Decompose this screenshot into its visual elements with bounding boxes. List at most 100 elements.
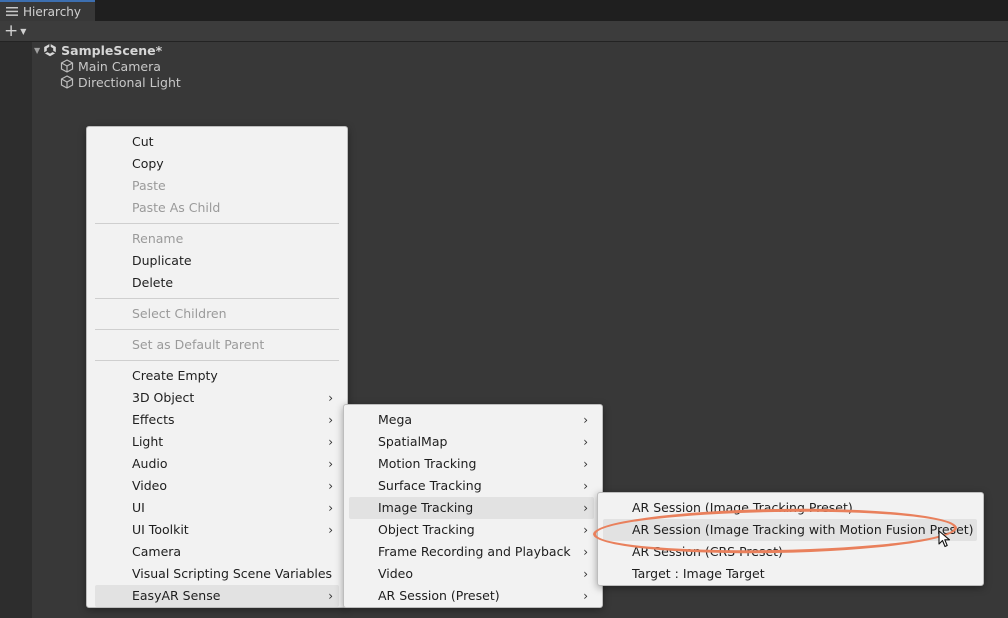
menu-item-3d-object[interactable]: 3D Object › [95, 387, 339, 409]
expand-arrow-icon[interactable]: ▼ [34, 46, 40, 55]
menu-item-label: Cut [132, 134, 154, 149]
menu-item-label: Mega [378, 412, 413, 427]
menu-item-set-default-parent: Set as Default Parent [95, 334, 339, 356]
hamburger-icon [6, 7, 18, 16]
hierarchy-item-directional-light[interactable]: Directional Light [60, 74, 181, 90]
menu-separator [95, 329, 339, 330]
chevron-right-icon: › [583, 435, 588, 449]
menu-item-object-tracking[interactable]: Object Tracking › [349, 519, 594, 541]
menu-item-ar-session-image-tracking-preset[interactable]: AR Session (Image Tracking Preset) [603, 497, 977, 519]
menu-item-paste-as-child: Paste As Child [95, 197, 339, 219]
menu-item-label: AR Session (Image Tracking Preset) [632, 500, 853, 515]
add-object-button[interactable]: + ▼ [4, 23, 34, 40]
menu-separator [95, 360, 339, 361]
chevron-right-icon: › [328, 589, 333, 603]
menu-item-delete[interactable]: Delete [95, 272, 339, 294]
gameobject-cube-icon [60, 59, 74, 73]
menu-item-image-tracking[interactable]: Image Tracking › [349, 497, 594, 519]
menu-item-label: Create Empty [132, 368, 218, 383]
tab-label: Hierarchy [23, 4, 82, 19]
menu-item-label: Surface Tracking [378, 478, 482, 493]
chevron-right-icon: › [328, 435, 333, 449]
chevron-right-icon: › [328, 501, 333, 515]
menu-item-target-image-target[interactable]: Target : Image Target [603, 563, 977, 585]
menu-separator [95, 298, 339, 299]
menu-item-label: AR Session (CRS Preset) [632, 544, 783, 559]
menu-item-cut[interactable]: Cut [95, 131, 339, 153]
chevron-right-icon: › [583, 567, 588, 581]
menu-item-label: Frame Recording and Playback [378, 544, 571, 559]
chevron-right-icon: › [583, 457, 588, 471]
menu-item-ui[interactable]: UI › [95, 497, 339, 519]
chevron-right-icon: › [328, 457, 333, 471]
menu-separator [95, 223, 339, 224]
menu-item-label: Motion Tracking [378, 456, 477, 471]
menu-item-video[interactable]: Video › [349, 563, 594, 585]
menu-item-effects[interactable]: Effects › [95, 409, 339, 431]
scene-name: SampleScene* [61, 42, 163, 58]
menu-item-paste: Paste [95, 175, 339, 197]
menu-item-easyar-sense[interactable]: EasyAR Sense › [95, 585, 339, 607]
menu-item-label: Rename [132, 231, 184, 246]
menu-item-label: Paste [132, 178, 166, 193]
menu-item-label: AR Session (Image Tracking with Motion F… [632, 522, 974, 537]
chevron-right-icon: › [583, 479, 588, 493]
image-tracking-submenu: AR Session (Image Tracking Preset) AR Se… [597, 492, 984, 586]
menu-item-create-empty[interactable]: Create Empty [95, 365, 339, 387]
menu-item-copy[interactable]: Copy [95, 153, 339, 175]
menu-item-label: 3D Object [132, 390, 195, 405]
menu-item-label: EasyAR Sense [132, 588, 221, 603]
menu-item-audio[interactable]: Audio › [95, 453, 339, 475]
menu-item-ar-session-preset[interactable]: AR Session (Preset) › [349, 585, 594, 607]
menu-item-visual-scripting-scene-variables[interactable]: Visual Scripting Scene Variables [95, 563, 339, 585]
menu-item-label: Set as Default Parent [132, 337, 265, 352]
chevron-right-icon: › [583, 545, 588, 559]
menu-item-motion-tracking[interactable]: Motion Tracking › [349, 453, 594, 475]
chevron-right-icon: › [328, 413, 333, 427]
hierarchy-item-main-camera[interactable]: Main Camera [60, 58, 161, 74]
menu-item-label: Video [132, 478, 168, 493]
chevron-right-icon: › [583, 589, 588, 603]
menu-item-ar-session-motion-fusion-preset[interactable]: AR Session (Image Tracking with Motion F… [603, 519, 977, 541]
menu-item-light[interactable]: Light › [95, 431, 339, 453]
gameobject-cube-icon [60, 75, 74, 89]
menu-item-label: Object Tracking [378, 522, 475, 537]
menu-item-label: UI [132, 500, 145, 515]
menu-item-label: Paste As Child [132, 200, 221, 215]
menu-item-label: Light [132, 434, 164, 449]
menu-item-label: UI Toolkit [132, 522, 189, 537]
mouse-cursor-icon [938, 530, 951, 548]
menu-item-camera[interactable]: Camera [95, 541, 339, 563]
unity-scene-icon [44, 43, 57, 57]
menu-item-label: Duplicate [132, 253, 192, 268]
menu-item-label: Video [378, 566, 414, 581]
menu-item-mega[interactable]: Mega › [349, 409, 594, 431]
menu-item-label: Select Children [132, 306, 227, 321]
tab-hierarchy[interactable]: Hierarchy [0, 0, 95, 21]
menu-item-rename: Rename [95, 228, 339, 250]
chevron-right-icon: › [583, 523, 588, 537]
menu-item-frame-recording-playback[interactable]: Frame Recording and Playback › [349, 541, 594, 563]
menu-item-label: SpatialMap [378, 434, 448, 449]
chevron-right-icon: › [583, 413, 588, 427]
chevron-right-icon: › [583, 501, 588, 515]
menu-item-label: Copy [132, 156, 164, 171]
scene-row[interactable]: ▼ SampleScene* [34, 42, 162, 58]
menu-item-label: Visual Scripting Scene Variables [132, 566, 333, 581]
menu-item-duplicate[interactable]: Duplicate [95, 250, 339, 272]
menu-item-ar-session-crs-preset[interactable]: AR Session (CRS Preset) [603, 541, 977, 563]
menu-item-label: Effects [132, 412, 175, 427]
hierarchy-toolbar: + ▼ [0, 21, 1008, 42]
menu-item-label: Audio [132, 456, 168, 471]
menu-item-spatialmap[interactable]: SpatialMap › [349, 431, 594, 453]
menu-item-label: Target : Image Target [632, 566, 765, 581]
menu-item-surface-tracking[interactable]: Surface Tracking › [349, 475, 594, 497]
menu-item-select-children: Select Children [95, 303, 339, 325]
chevron-right-icon: › [328, 479, 333, 493]
menu-item-video[interactable]: Video › [95, 475, 339, 497]
easyar-sense-submenu: Mega › SpatialMap › Motion Tracking › Surfa… [343, 404, 603, 608]
menu-item-ui-toolkit[interactable]: UI Toolkit › [95, 519, 339, 541]
hierarchy-item-label: Main Camera [78, 58, 161, 74]
menu-item-label: AR Session (Preset) [378, 588, 500, 603]
menu-item-label: Camera [132, 544, 182, 559]
